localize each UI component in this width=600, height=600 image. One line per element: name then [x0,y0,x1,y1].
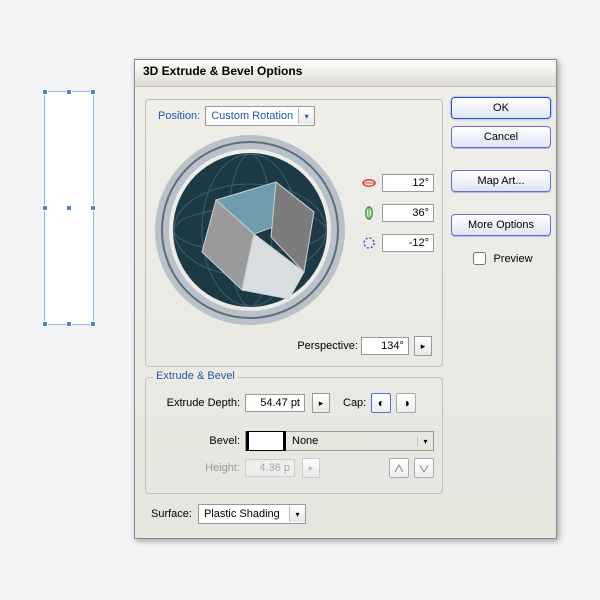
selection-handle[interactable] [90,321,96,327]
extrude-depth-label: Extrude Depth: [154,397,240,409]
selection-handle[interactable] [42,321,48,327]
chevron-down-icon: ▾ [298,108,314,124]
position-label: Position: [158,110,200,122]
bevel-height-label: Height: [154,462,240,474]
selection-handle[interactable] [42,89,48,95]
angle-z-input[interactable]: -12° [382,234,434,252]
position-dropdown[interactable]: Custom Rotation ▾ [205,106,315,126]
selection-handle[interactable] [66,89,72,95]
map-art-button[interactable]: Map Art... [451,170,551,192]
selection-handle[interactable] [66,321,72,327]
cancel-button[interactable]: Cancel [451,126,551,148]
selection-handle[interactable] [42,205,48,211]
perspective-input[interactable]: 134° [361,337,409,355]
bevel-swatch-icon [246,431,286,451]
selection-center[interactable] [66,205,72,211]
extrude-group-title: Extrude & Bevel [153,370,238,382]
bevel-value: None [290,435,417,447]
extrude-depth-stepper[interactable]: ▸ [312,393,330,413]
position-value: Custom Rotation [206,110,298,122]
preview-checkbox-input[interactable] [473,252,486,265]
preview-checkbox[interactable]: Preview [469,249,532,268]
selection-handle[interactable] [90,205,96,211]
chevron-down-icon: ▾ [417,437,433,446]
cap-off-button[interactable]: ◑ [396,393,416,413]
perspective-stepper[interactable]: ▸ [414,336,432,356]
chevron-down-icon: ▾ [289,506,305,522]
bevel-out-button[interactable] [414,458,434,478]
bevel-height-input: 4.36 p [245,459,295,477]
bevel-in-button[interactable] [389,458,409,478]
surface-dropdown[interactable]: Plastic Shading ▾ [198,504,306,524]
ok-button[interactable]: OK [451,97,551,119]
cap-on-button[interactable]: ◐ [371,393,391,413]
more-options-button[interactable]: More Options [451,214,551,236]
surface-label: Surface: [151,508,192,520]
artboard-shape [44,91,94,325]
dialog-3d-extrude-bevel: 3D Extrude & Bevel Options Position: Cus… [134,59,557,539]
rotate-x-icon [362,176,376,190]
angle-y-input[interactable]: 36° [382,204,434,222]
selection-handle[interactable] [90,89,96,95]
rotate-z-icon [362,236,376,250]
perspective-label: Perspective: [297,340,358,352]
angle-x-input[interactable]: 12° [382,174,434,192]
bevel-dropdown[interactable]: None ▾ [245,431,434,451]
surface-value: Plastic Shading [199,508,289,520]
bevel-height-stepper: ▸ [302,458,320,478]
extrude-depth-input[interactable]: 54.47 pt [245,394,305,412]
cap-label: Cap: [343,397,366,409]
rotation-trackball[interactable] [154,134,346,326]
rotate-y-icon [362,206,376,220]
preview-label: Preview [493,253,532,265]
dialog-title: 3D Extrude & Bevel Options [135,60,556,87]
bevel-label: Bevel: [154,435,240,447]
